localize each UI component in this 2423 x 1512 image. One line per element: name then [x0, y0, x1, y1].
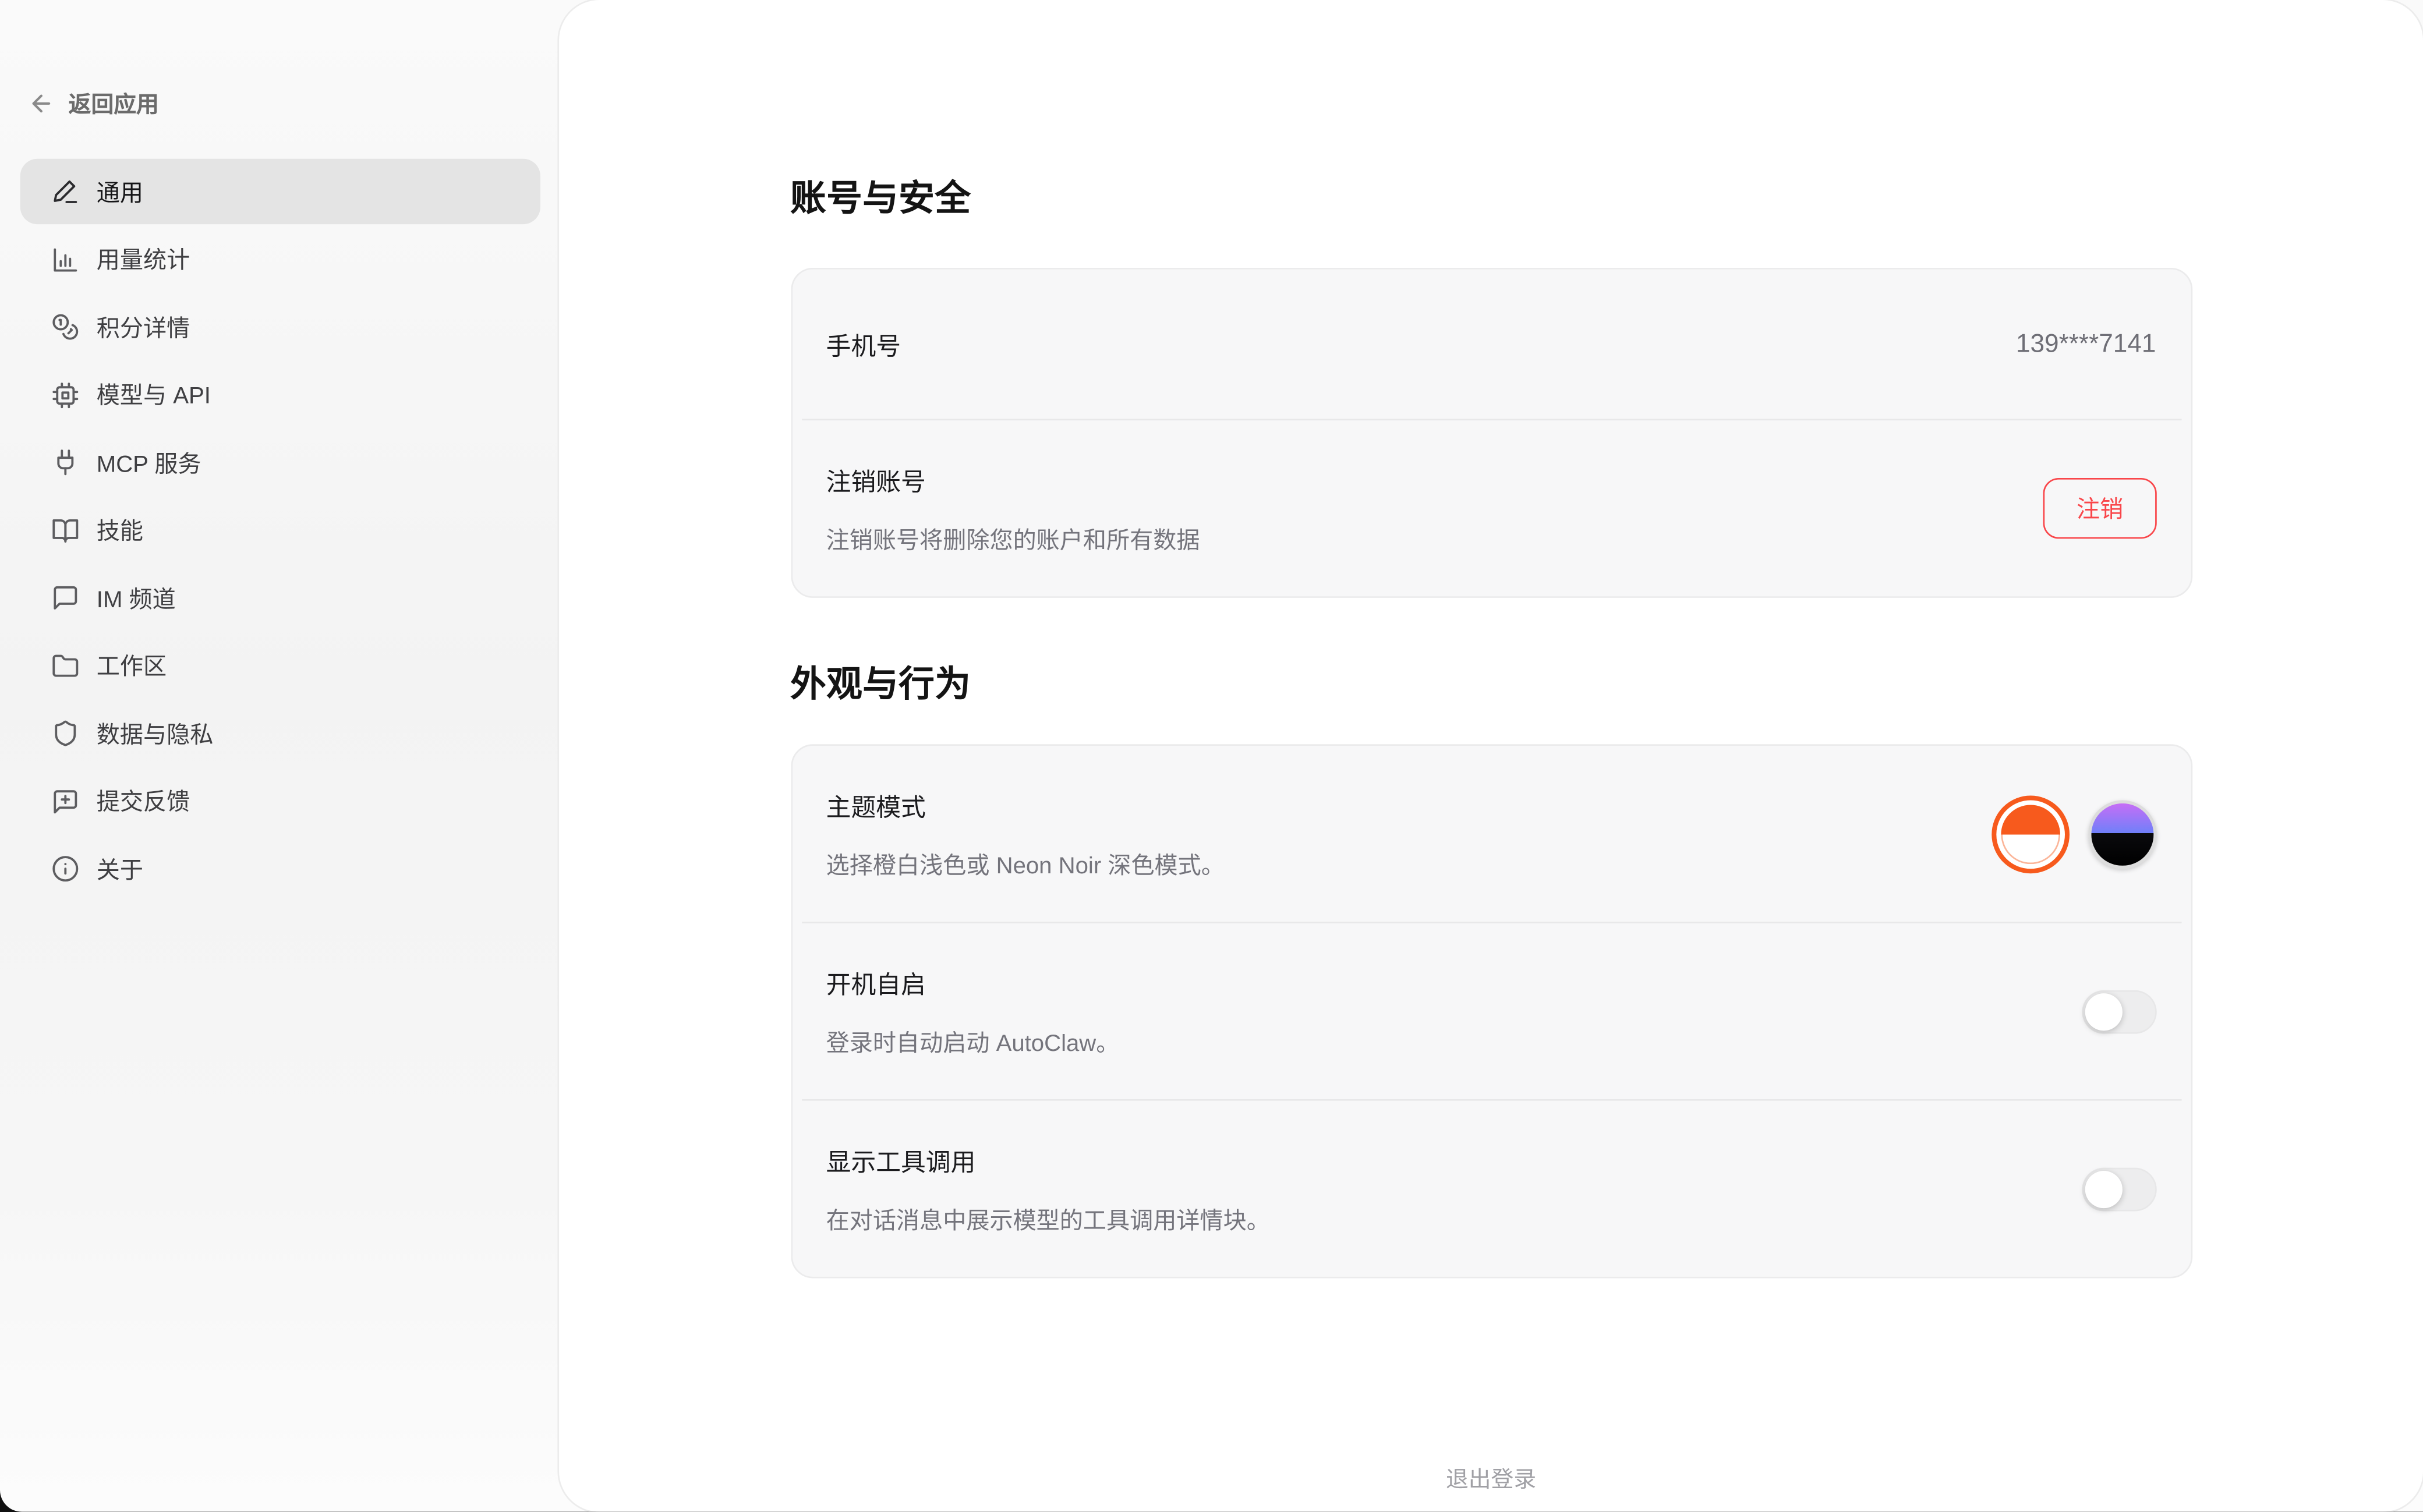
- delete-account-description: 注销账号将删除您的账户和所有数据: [826, 523, 1200, 556]
- sidebar: 返回应用 通用 用量统计 积分详情 模型与 API: [0, 0, 559, 1512]
- folder-icon: [51, 651, 79, 679]
- account-security-title: 账号与安全: [790, 168, 2192, 221]
- sidebar-item-feedback[interactable]: 提交反馈: [20, 769, 540, 834]
- sidebar-item-general[interactable]: 通用: [20, 159, 540, 224]
- phone-label: 手机号: [826, 325, 901, 363]
- sidebar-item-label: 模型与 API: [97, 378, 211, 411]
- autostart-row: 开机自启 登录时自动启动 AutoClaw。: [792, 923, 2190, 1099]
- sidebar-item-usage-stats[interactable]: 用量统计: [20, 226, 540, 292]
- book-open-icon: [51, 516, 79, 544]
- autostart-toggle[interactable]: [2081, 989, 2156, 1033]
- sidebar-item-label: 提交反馈: [97, 785, 190, 817]
- sidebar-item-label: 积分详情: [97, 311, 190, 344]
- autostart-description: 登录时自动启动 AutoClaw。: [826, 1026, 1120, 1058]
- sidebar-item-label: 通用: [97, 175, 143, 208]
- sidebar-item-label: 用量统计: [97, 243, 190, 275]
- bar-chart-icon: [51, 245, 79, 273]
- delete-account-row: 注销账号 注销账号将删除您的账户和所有数据 注销: [792, 420, 2190, 596]
- sidebar-item-data-privacy[interactable]: 数据与隐私: [20, 700, 540, 766]
- main-panel: 账号与安全 手机号 139****7141 注销账号 注销账号将删除您的账户和所…: [559, 0, 2423, 1512]
- theme-mode-row: 主题模式 选择橙白浅色或 Neon Noir 深色模式。: [792, 746, 2190, 922]
- toggle-knob: [2084, 1170, 2121, 1208]
- sidebar-item-credits[interactable]: 积分详情: [20, 294, 540, 359]
- appearance-card: 主题模式 选择橙白浅色或 Neon Noir 深色模式。 开机自启 登录时自动启…: [790, 744, 2192, 1278]
- plug-icon: [51, 448, 79, 476]
- toggle-knob: [2084, 993, 2121, 1030]
- show-tool-calls-toggle[interactable]: [2081, 1167, 2156, 1210]
- logout-button[interactable]: 退出登录: [1446, 1462, 1536, 1495]
- phone-row: 手机号 139****7141: [792, 270, 2190, 419]
- sidebar-item-skills[interactable]: 技能: [20, 497, 540, 562]
- info-icon: [51, 855, 79, 883]
- sidebar-item-label: 关于: [97, 852, 143, 885]
- autostart-label: 开机自启: [826, 964, 1120, 1001]
- cpu-icon: [51, 381, 79, 409]
- show-tool-calls-description: 在对话消息中展示模型的工具调用详情块。: [826, 1203, 1270, 1236]
- show-tool-calls-row: 显示工具调用 在对话消息中展示模型的工具调用详情块。: [792, 1101, 2190, 1277]
- coins-icon: [51, 313, 79, 341]
- arrow-left-icon: [28, 90, 54, 116]
- theme-options: [1991, 795, 2156, 873]
- dark-theme-option[interactable]: [2088, 799, 2156, 868]
- sidebar-item-mcp[interactable]: MCP 服务: [20, 430, 540, 495]
- delete-account-button[interactable]: 注销: [2044, 478, 2156, 539]
- sidebar-item-label: 数据与隐私: [97, 717, 214, 749]
- back-to-app-label: 返回应用: [69, 87, 159, 120]
- sidebar-item-label: IM 频道: [97, 582, 176, 614]
- sidebar-item-label: 工作区: [97, 649, 167, 682]
- show-tool-calls-label: 显示工具调用: [826, 1141, 1270, 1178]
- sidebar-item-models-api[interactable]: 模型与 API: [20, 362, 540, 427]
- theme-mode-label: 主题模式: [826, 786, 1225, 823]
- sidebar-nav: 通用 用量统计 积分详情 模型与 API MCP 服务: [20, 159, 540, 904]
- shield-icon: [51, 719, 79, 747]
- light-theme-option[interactable]: [1991, 795, 2069, 873]
- sidebar-item-label: MCP 服务: [97, 446, 201, 479]
- sidebar-item-about[interactable]: 关于: [20, 836, 540, 901]
- appearance-title: 外观与行为: [790, 654, 2192, 707]
- theme-mode-description: 选择橙白浅色或 Neon Noir 深色模式。: [826, 848, 1225, 881]
- sidebar-item-label: 技能: [97, 514, 143, 546]
- message-icon: [51, 584, 79, 612]
- app-window: 返回应用 通用 用量统计 积分详情 模型与 API: [0, 0, 2423, 1512]
- phone-value: 139****7141: [2016, 330, 2156, 359]
- light-theme-swatch: [2000, 804, 2060, 863]
- delete-account-label: 注销账号: [826, 461, 1200, 498]
- account-card: 手机号 139****7141 注销账号 注销账号将删除您的账户和所有数据 注销: [790, 268, 2192, 598]
- sidebar-item-workspace[interactable]: 工作区: [20, 633, 540, 698]
- message-plus-icon: [51, 787, 79, 815]
- back-to-app-button[interactable]: 返回应用: [28, 87, 159, 120]
- sidebar-item-im-channels[interactable]: IM 频道: [20, 565, 540, 631]
- pencil-icon: [51, 178, 79, 206]
